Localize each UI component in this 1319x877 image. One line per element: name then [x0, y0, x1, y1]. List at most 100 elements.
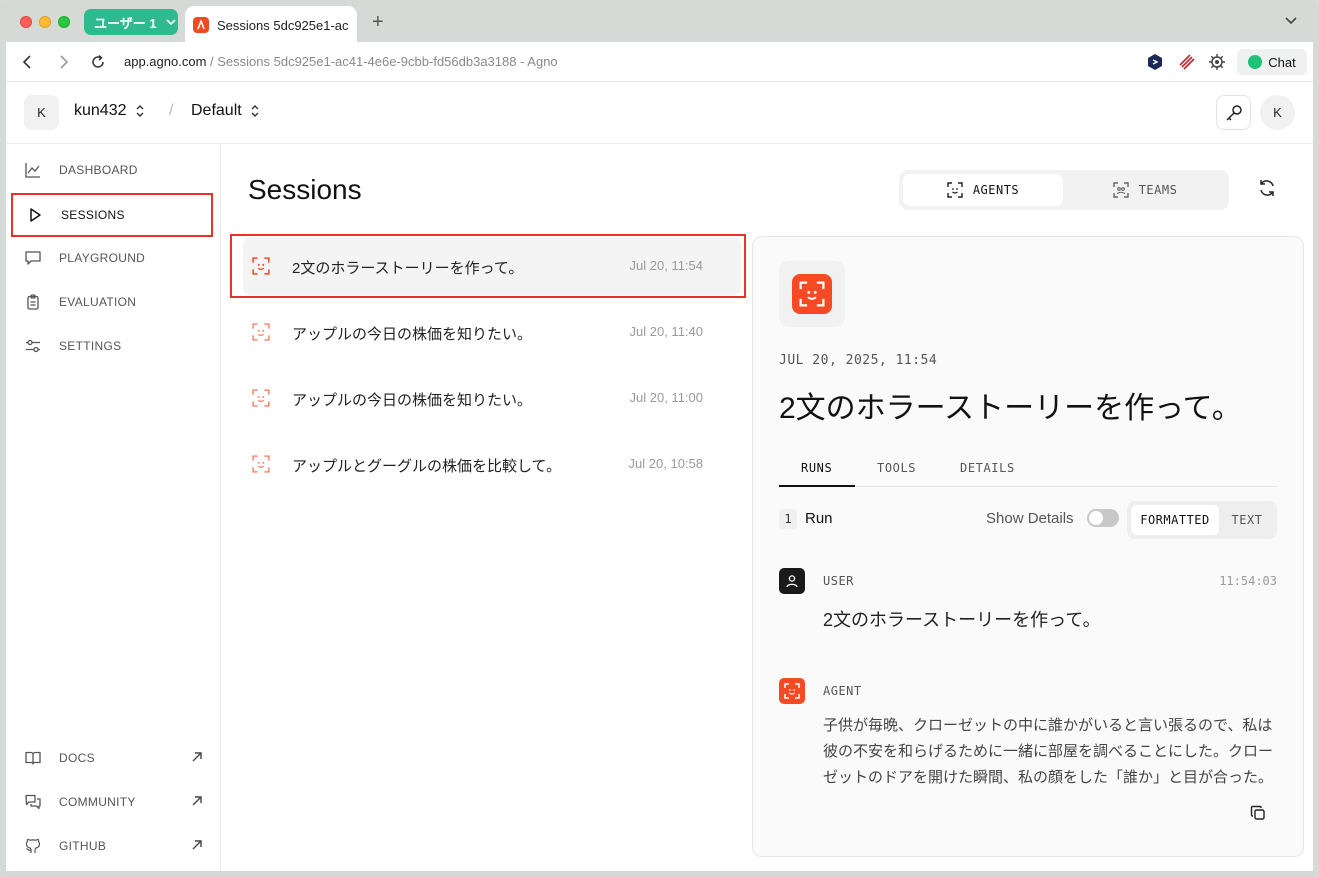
browser-toolbar: app.agno.com / Sessions 5dc925e1-ac41-4e… — [6, 42, 1313, 82]
toggle-knob — [1089, 511, 1103, 525]
session-item[interactable]: アップルの今日の株価を知りたい。 Jul 20, 11:00 — [243, 369, 741, 427]
refresh-icon[interactable] — [1257, 178, 1277, 198]
chat-bubble-icon — [25, 251, 41, 265]
external-link-icon — [192, 752, 202, 762]
back-arrow-icon[interactable] — [21, 54, 35, 70]
user-avatar[interactable]: K — [1260, 95, 1295, 130]
show-details-toggle[interactable] — [1087, 509, 1119, 527]
sidebar-item-evaluation[interactable]: EVALUATION — [12, 282, 211, 322]
forward-arrow-icon[interactable] — [56, 54, 70, 70]
agent-scan-icon — [252, 323, 270, 341]
session-time: Jul 20, 11:40 — [629, 324, 703, 339]
new-tab-button[interactable]: + — [372, 11, 384, 34]
run-label: Run — [805, 510, 833, 527]
run-count-badge: 1 — [779, 509, 797, 529]
chat-label: Chat — [1268, 54, 1296, 70]
maximize-window-button[interactable] — [58, 16, 70, 28]
tab-tools[interactable]: TOOLS — [877, 461, 916, 475]
extension-gear-icon[interactable] — [1208, 53, 1226, 71]
github-icon — [25, 838, 41, 853]
agents-teams-toggle: AGENTS TEAMS — [899, 170, 1229, 210]
sidebar-item-sessions[interactable]: SESSIONS — [11, 193, 213, 237]
close-window-button[interactable] — [20, 16, 32, 28]
extension-slash-icon[interactable] — [1178, 53, 1196, 71]
tab-teams[interactable]: TEAMS — [1065, 174, 1225, 206]
session-item[interactable]: アップルの今日の株価を知りたい。 Jul 20, 11:40 — [243, 303, 741, 361]
agent-scan-icon — [252, 389, 270, 407]
reload-icon[interactable] — [90, 54, 106, 70]
session-title: アップルの今日の株価を知りたい。 — [292, 326, 533, 343]
sidebar-item-label: SESSIONS — [61, 208, 125, 222]
user-message-text: 2文のホラーストーリーを作って。 — [823, 610, 1101, 630]
minimize-window-button[interactable] — [39, 16, 51, 28]
play-icon — [30, 208, 41, 222]
chevron-updown-icon — [136, 105, 143, 117]
tab-teams-label: TEAMS — [1138, 183, 1178, 197]
session-time: Jul 20, 11:54 — [629, 258, 703, 273]
url-host: app.agno.com — [124, 54, 207, 69]
session-title-heading: 2文のホラーストーリーを作って。 — [779, 392, 1242, 425]
session-item[interactable]: アップルとグーグルの株価を比較して。 Jul 20, 10:58 — [243, 435, 741, 493]
sidebar-item-settings[interactable]: SETTINGS — [12, 326, 211, 366]
format-text-button[interactable]: TEXT — [1221, 505, 1273, 535]
profile-label: ユーザー 1 — [94, 15, 157, 31]
detail-tabs: RUNS TOOLS DETAILS — [779, 457, 1277, 487]
browser-window: ユーザー 1 Sessions 5dc925e1-ac41-4e6e-9cbb-… — [0, 0, 1319, 877]
show-details-label: Show Details — [986, 510, 1074, 527]
api-key-button[interactable] — [1216, 95, 1251, 130]
user-role-label: USER — [823, 574, 854, 588]
session-date: JUL 20, 2025, 11:54 — [779, 353, 938, 368]
workspace-name: kun432 — [74, 102, 127, 119]
agent-role-label: AGENT — [823, 684, 862, 698]
clipboard-icon — [27, 294, 39, 310]
session-item[interactable]: 2文のホラーストーリーを作って。 Jul 20, 11:54 — [243, 237, 741, 295]
tab-agents[interactable]: AGENTS — [903, 174, 1063, 206]
external-link-icon — [192, 796, 202, 806]
workspace-avatar[interactable]: K — [24, 95, 59, 130]
chat-bubble-icon — [1248, 55, 1263, 69]
tab-title: Sessions 5dc925e1-ac41-4e6e-9cbb-fd56db3… — [217, 17, 349, 33]
browser-profile-button[interactable]: ユーザー 1 — [84, 9, 178, 35]
agent-scan-icon — [252, 257, 270, 275]
workspace-switcher[interactable]: kun432 — [74, 102, 145, 120]
format-toggle: FORMATTED TEXT — [1127, 501, 1277, 539]
key-icon — [1225, 104, 1242, 121]
chevron-down-icon — [166, 19, 176, 26]
sidebar-item-dashboard[interactable]: DASHBOARD — [12, 150, 211, 190]
extension-hexagon-icon[interactable] — [1147, 53, 1163, 71]
session-title: アップルとグーグルの株価を比較して。 — [292, 458, 562, 475]
copy-icon[interactable] — [1250, 805, 1266, 821]
sidebar-item-docs[interactable]: DOCS — [12, 738, 211, 778]
session-title: アップルの今日の株価を知りたい。 — [292, 392, 533, 409]
url-path: / Sessions 5dc925e1-ac41-4e6e-9cbb-fd56d… — [206, 54, 558, 69]
tab-agents-label: AGENTS — [972, 183, 1020, 197]
sidebar-item-label: EVALUATION — [59, 295, 137, 309]
tab-details[interactable]: DETAILS — [960, 461, 1015, 475]
sidebar-item-label: DOCS — [59, 751, 95, 765]
agent-scan-icon — [779, 678, 805, 704]
sidebar-item-github[interactable]: GITHUB — [12, 826, 211, 866]
app-topbar: K kun432 / Default K — [6, 82, 1313, 144]
sidebar-item-community[interactable]: COMMUNITY — [12, 782, 211, 822]
chat-extension-button[interactable]: Chat — [1237, 49, 1307, 75]
chat-bubbles-icon — [25, 794, 41, 810]
agent-message-line: 子供が毎晩、クローゼットの中に誰かがいると言い張るので、私は — [823, 717, 1273, 734]
browser-tab-active[interactable]: Sessions 5dc925e1-ac41-4e6e-9cbb-fd56db3… — [185, 6, 357, 44]
tab-runs[interactable]: RUNS — [801, 461, 832, 475]
sliders-icon — [26, 339, 40, 353]
team-scan-icon — [1112, 182, 1129, 198]
main-content: Sessions AGENTS TEAMS 2文のホラーストーリーを作って。 J… — [222, 144, 1313, 871]
agno-app: K kun432 / Default K DASHBOARD SESSIONS … — [6, 82, 1313, 871]
sidebar-item-label: SETTINGS — [59, 339, 122, 353]
project-switcher[interactable]: Default — [191, 102, 260, 120]
format-formatted-button[interactable]: FORMATTED — [1131, 505, 1219, 535]
breadcrumb-separator: / — [169, 102, 174, 119]
address-bar[interactable]: app.agno.com / Sessions 5dc925e1-ac41-4e… — [124, 54, 558, 69]
tab-list-chevron-icon[interactable] — [1284, 13, 1298, 27]
sidebar-item-label: GITHUB — [59, 839, 107, 853]
sidebar: DASHBOARD SESSIONS PLAYGROUND EVALUATION… — [6, 144, 221, 871]
active-tab-underline — [779, 485, 855, 487]
agent-scan-icon — [947, 182, 963, 198]
session-title: 2文のホラーストーリーを作って。 — [292, 260, 524, 277]
sidebar-item-playground[interactable]: PLAYGROUND — [12, 238, 211, 278]
